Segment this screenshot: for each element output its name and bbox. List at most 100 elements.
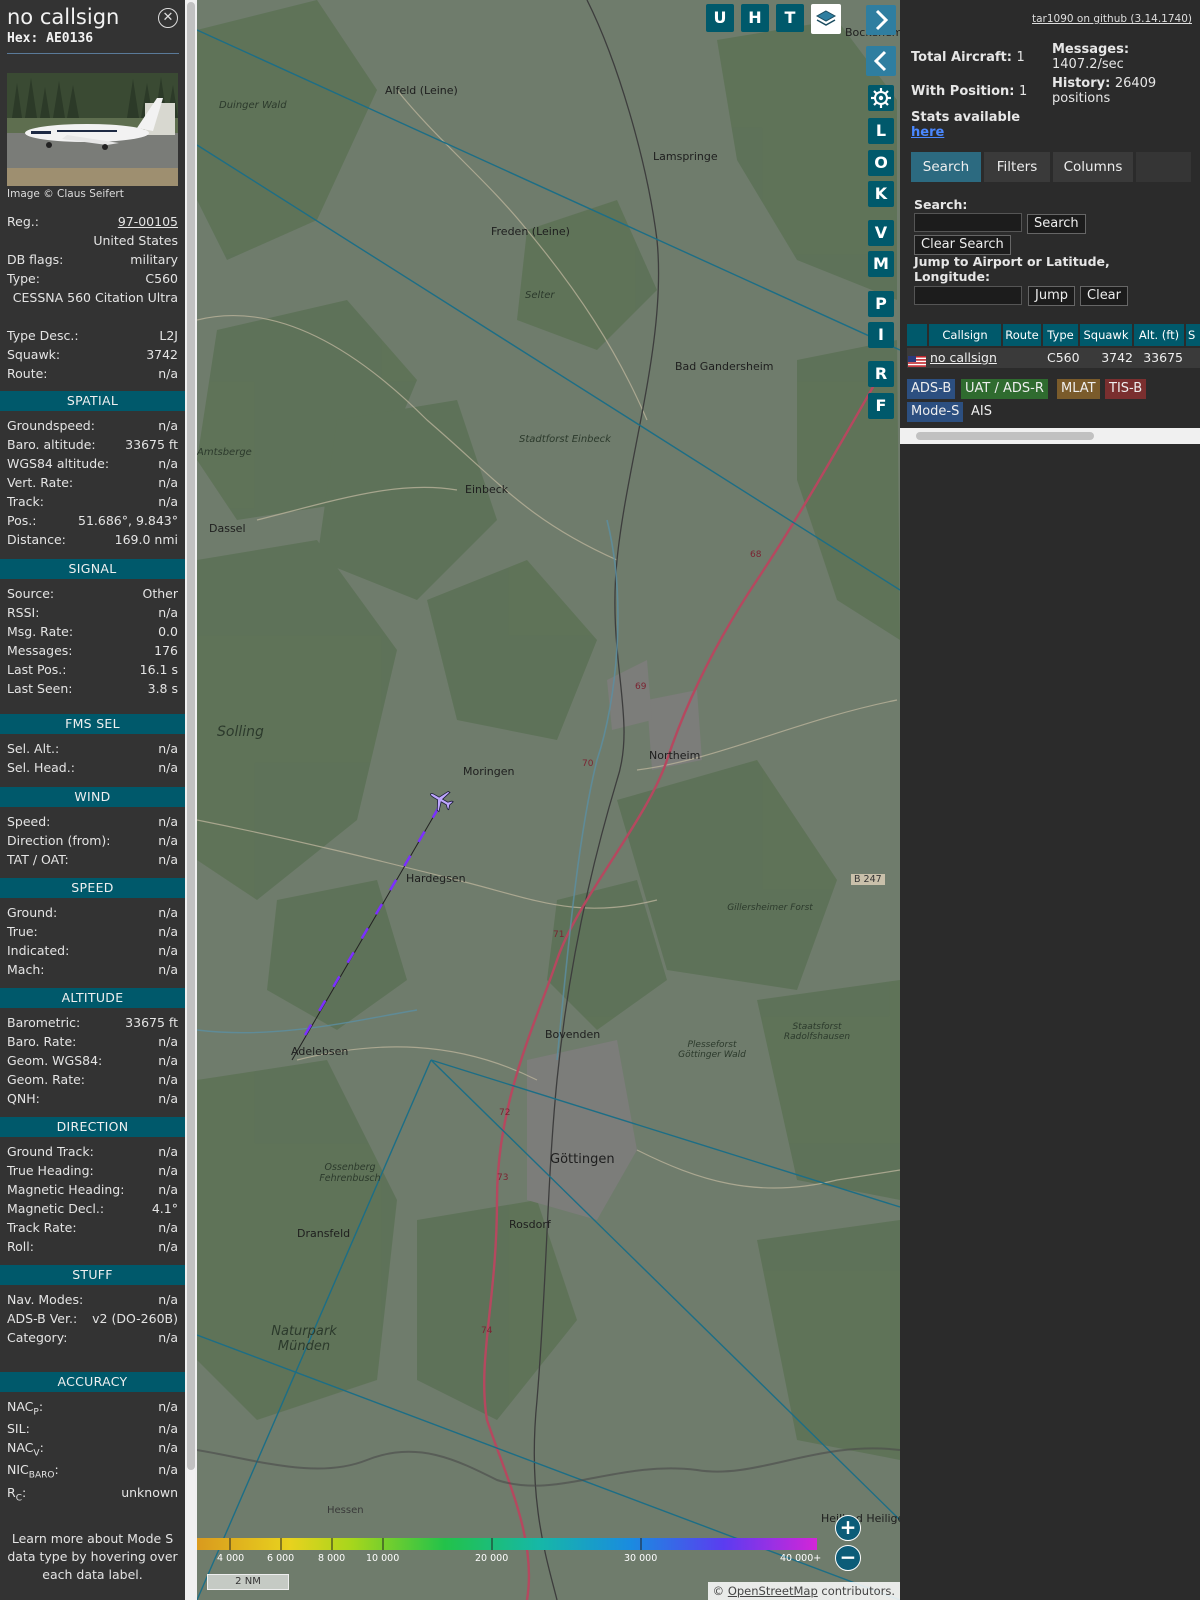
- expand-right-button[interactable]: [866, 5, 896, 35]
- signal-label: Last Pos.:: [7, 662, 67, 677]
- scrollbar-thumb[interactable]: [187, 2, 195, 1470]
- column-header-altitude[interactable]: Alt. (ft): [1134, 324, 1184, 346]
- jump-button[interactable]: Jump: [1028, 286, 1075, 306]
- place-label: Freden (Leine): [491, 225, 570, 238]
- clear-button[interactable]: Clear: [1080, 286, 1128, 306]
- aircraft-callsign: no callsign: [7, 5, 120, 29]
- section-direction: DIRECTION: [0, 1117, 185, 1137]
- aircraft-photo[interactable]: [7, 73, 178, 186]
- signal-value: 0.0: [158, 624, 178, 639]
- legend-label: 30 000: [624, 1553, 658, 1564]
- spatial-label: Pos.:: [7, 513, 37, 528]
- altitude-row: Geom. WGS84: n/a: [7, 1053, 178, 1071]
- direction-label: Roll:: [7, 1239, 34, 1254]
- altitude-value: n/a: [158, 1053, 178, 1068]
- rc-label: RC:: [7, 1485, 27, 1504]
- search-input[interactable]: [914, 213, 1022, 232]
- column-header-speed[interactable]: S: [1186, 324, 1200, 346]
- spatial-label: Baro. altitude:: [7, 437, 96, 452]
- map-button-m[interactable]: M: [868, 251, 894, 277]
- tab-columns[interactable]: Columns: [1053, 152, 1133, 182]
- nicbaro-value: n/a: [158, 1462, 178, 1477]
- github-link[interactable]: tar1090 on github (3.14.1740): [1032, 13, 1192, 25]
- column-header-squawk[interactable]: Squawk: [1080, 324, 1132, 346]
- aircraft-marker[interactable]: [428, 787, 454, 813]
- tab-filters[interactable]: Filters: [984, 152, 1050, 182]
- scrollbar-thumb[interactable]: [916, 432, 1094, 440]
- badge-adsb: ADS-B: [907, 379, 956, 399]
- signal-label: Source:: [7, 586, 55, 601]
- altitude-value: n/a: [158, 1091, 178, 1106]
- map-button-t[interactable]: T: [776, 4, 804, 32]
- typedesc-label: Type Desc.:: [7, 328, 79, 343]
- gear-icon: [871, 88, 891, 108]
- column-header-type[interactable]: Type: [1043, 324, 1078, 346]
- map-button-f[interactable]: F: [868, 393, 894, 419]
- speed-label: True:: [7, 924, 38, 939]
- collapse-left-button[interactable]: [866, 46, 896, 76]
- fmssel-label: Sel. Head.:: [7, 760, 75, 775]
- search-button[interactable]: Search: [1027, 214, 1086, 234]
- map-button-r[interactable]: R: [868, 361, 894, 387]
- signal-row: Msg. Rate: 0.0: [7, 624, 178, 642]
- badge-modes: Mode-S: [907, 402, 964, 422]
- history-stat: History: 26409 positions: [1052, 76, 1157, 106]
- stuff-label: Category:: [7, 1330, 68, 1345]
- direction-value: n/a: [158, 1182, 178, 1197]
- table-horizontal-scrollbar[interactable]: [900, 428, 1200, 444]
- aircraft-hex: Hex: AE0136: [7, 31, 94, 46]
- learn-line-1: Learn more about Mode S: [11, 1531, 174, 1546]
- map-button-h[interactable]: H: [741, 4, 769, 32]
- zoom-in-button[interactable]: +: [835, 1515, 861, 1541]
- settings-button[interactable]: [868, 85, 894, 111]
- reg-link[interactable]: 97-00105: [118, 214, 178, 229]
- direction-row: Ground Track: n/a: [7, 1144, 178, 1162]
- place-label: Naturpark Münden: [271, 1324, 337, 1354]
- stats-link[interactable]: here: [911, 125, 1020, 140]
- map-button-p[interactable]: P: [868, 291, 894, 317]
- direction-value: n/a: [158, 1220, 178, 1235]
- info-panel-scrollbar[interactable]: [185, 0, 197, 1600]
- altitude-row: QNH: n/a: [7, 1091, 178, 1109]
- tab-search[interactable]: Search: [911, 152, 981, 182]
- row-callsign[interactable]: no callsign: [930, 348, 997, 368]
- place-label: Hessen: [327, 1505, 364, 1516]
- map-button-i[interactable]: I: [868, 322, 894, 348]
- table-row[interactable]: no callsign C560 3742 33675: [907, 348, 1200, 368]
- nicbaro-label: NICBARO:: [7, 1462, 59, 1481]
- spatial-value: n/a: [158, 494, 178, 509]
- clear-search-button[interactable]: Clear Search: [914, 235, 1011, 255]
- stuff-row: Category: n/a: [7, 1330, 178, 1348]
- column-header-callsign[interactable]: Callsign: [929, 324, 1001, 346]
- country: United States: [93, 233, 178, 248]
- map-button-u[interactable]: U: [706, 4, 734, 32]
- zoom-out-button[interactable]: −: [835, 1545, 861, 1571]
- osm-link[interactable]: OpenStreetMap: [728, 1584, 818, 1598]
- map-canvas[interactable]: Alfeld (Leine) Duinger Wald Lamspringe F…: [197, 0, 900, 1600]
- jump-input[interactable]: [914, 286, 1022, 305]
- altitude-value: n/a: [158, 1072, 178, 1087]
- map-button-l[interactable]: L: [868, 118, 894, 144]
- layers-button[interactable]: [811, 4, 841, 34]
- column-header-flag[interactable]: [907, 324, 927, 346]
- squawk-label: Squawk:: [7, 347, 61, 362]
- map-button-k[interactable]: K: [868, 181, 894, 207]
- altitude-value: 33675 ft: [125, 1015, 178, 1030]
- column-header-route[interactable]: Route: [1003, 324, 1041, 346]
- speed-row: Mach: n/a: [7, 962, 178, 980]
- map-button-v[interactable]: V: [868, 220, 894, 246]
- speed-row: Indicated: n/a: [7, 943, 178, 961]
- signal-label: Messages:: [7, 643, 73, 658]
- search-label: Search:: [914, 197, 968, 212]
- place-label: Einbeck: [465, 483, 509, 496]
- fmssel-row: Sel. Head.: n/a: [7, 760, 178, 778]
- stuff-value: v2 (DO-260B): [92, 1311, 178, 1326]
- speed-value: n/a: [158, 962, 178, 977]
- nacp-row: NACP: n/a: [7, 1399, 178, 1418]
- signal-value: 16.1 s: [139, 662, 178, 677]
- scale-line: 2 NM: [207, 1574, 289, 1590]
- close-icon[interactable]: ✕: [158, 8, 178, 28]
- map-button-o[interactable]: O: [868, 150, 894, 176]
- altitude-value: n/a: [158, 1034, 178, 1049]
- spatial-label: Track:: [7, 494, 44, 509]
